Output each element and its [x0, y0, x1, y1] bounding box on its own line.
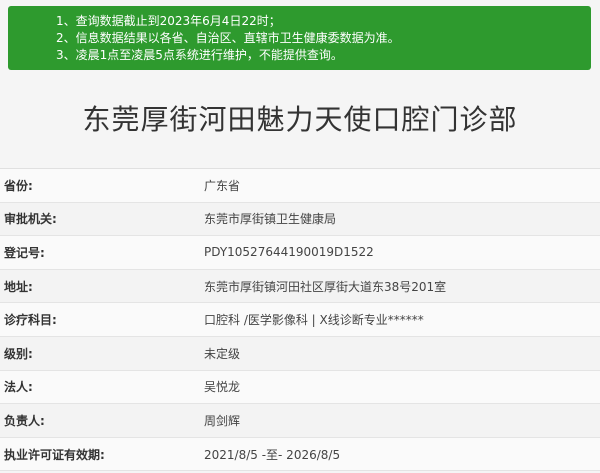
notice-line-2: 2、信息数据结果以各省、自治区、直辖市卫生健康委数据为准。	[56, 31, 400, 45]
table-row-registration-number: 登记号: PDY10527644190019D1522	[0, 236, 600, 270]
table-row-level: 级别: 未定级	[0, 336, 600, 371]
notice-banner: 1、查询数据截止到2023年6月4日22时； 2、信息数据结果以各省、自治区、直…	[8, 6, 591, 70]
field-label: 法人:	[4, 380, 33, 395]
field-label: 审批机关:	[4, 212, 57, 227]
field-value: 周剑辉	[204, 413, 241, 428]
field-value: PDY10527644190019D1522	[204, 245, 374, 260]
field-label: 负责人:	[4, 413, 45, 428]
field-value: 2021/8/5 -至- 2026/8/5	[204, 447, 341, 462]
field-label: 地址:	[4, 279, 33, 294]
field-label: 执业许可证有效期:	[4, 447, 105, 462]
table-row-address: 地址: 东莞市厚街镇河田社区厚街大道东38号201室	[0, 269, 600, 304]
table-row-approval-authority: 审批机关: 东莞市厚街镇卫生健康局	[0, 202, 600, 237]
field-value: 未定级	[204, 346, 241, 361]
field-label: 登记号:	[4, 245, 45, 260]
field-value: 东莞市厚街镇河田社区厚街大道东38号201室	[204, 279, 447, 294]
field-label: 级别:	[4, 346, 33, 361]
field-value: 口腔科 /医学影像科 | X线诊断专业******	[204, 313, 424, 328]
table-row-province: 省份: 广东省	[0, 169, 600, 203]
notice-line-3: 3、凌晨1点至凌晨5点系统进行维护，不能提供查询。	[56, 48, 343, 62]
table-row-legal-person: 法人: 吴悦龙	[0, 370, 600, 405]
field-label: 诊疗科目:	[4, 313, 57, 328]
field-value: 东莞市厚街镇卫生健康局	[204, 212, 337, 227]
table-row-license-validity: 执业许可证有效期: 2021/8/5 -至- 2026/8/5	[0, 437, 600, 472]
field-label: 省份:	[4, 178, 33, 193]
table-row-person-in-charge: 负责人: 周剑辉	[0, 404, 600, 438]
notice-line-1: 1、查询数据截止到2023年6月4日22时；	[56, 14, 281, 28]
table-row-departments: 诊疗科目: 口腔科 /医学影像科 | X线诊断专业******	[0, 303, 600, 337]
details-table: 省份: 广东省 审批机关: 东莞市厚街镇卫生健康局 登记号: PDY105276…	[0, 168, 600, 472]
page-title: 东莞厚街河田魅力天使口腔门诊部	[82, 103, 518, 136]
field-value: 广东省	[204, 178, 241, 193]
title-area: 东莞厚街河田魅力天使口腔门诊部	[0, 70, 600, 166]
field-value: 吴悦龙	[204, 380, 241, 395]
